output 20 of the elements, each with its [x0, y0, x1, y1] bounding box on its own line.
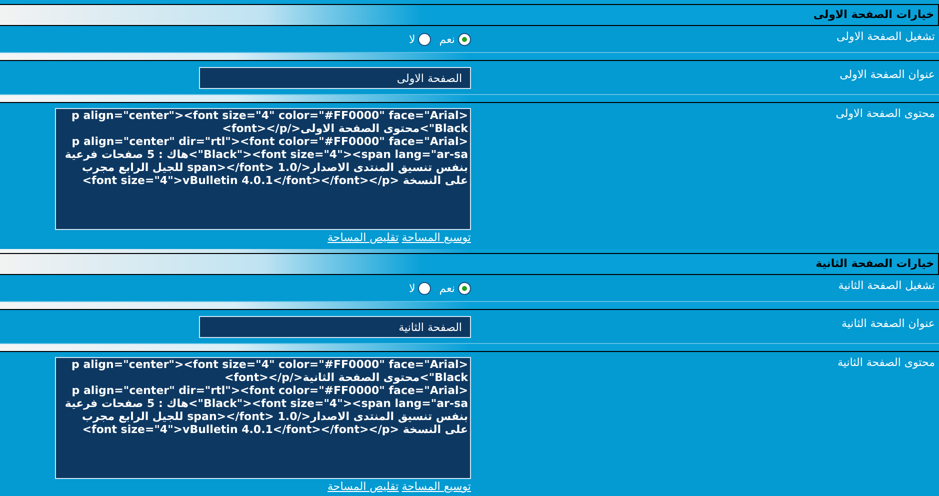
text-input[interactable]: الصفحة الثانية	[199, 316, 471, 338]
radio-label: نعم	[439, 33, 455, 46]
field-label: محتوى الصفحة الاولى	[834, 106, 936, 122]
radio-button[interactable]	[418, 282, 432, 295]
field-label: تشغيل الصفحة الثانية	[837, 278, 936, 294]
field-label: عنوان الصفحة الثانية	[840, 316, 936, 332]
section-header: خيارات الصفحة الاولى	[0, 4, 939, 26]
radio-label: لا	[409, 33, 416, 46]
field-label: تشغيل الصفحة الاولى	[836, 29, 936, 45]
radio-button[interactable]	[458, 33, 471, 46]
radio-button[interactable]	[458, 282, 471, 295]
text-input[interactable]: الصفحة الاولى	[199, 67, 471, 89]
radio-label: نعم	[439, 282, 455, 295]
radio-label: لا	[409, 282, 416, 295]
section-header: خيارات الصفحة الثانية	[0, 253, 939, 275]
field-label: محتوى الصفحة الثانية	[836, 355, 936, 371]
text-area[interactable]: <p align="center"><font size="4" color="#FF0000" face="Arial Black">محتوى الصفحة الثانية</font></p> <p align="center" dir="rtl"><font color="#FF0000" face="Arial Black"><font size="4"><span lang="ar-sa">هاك : 5 صفحات فرعية بنفس تنسيق المنتدى الاصدار</span></font> 1.0 للجيل الرابع مجرب على النسخة <font size="4">vBulletin 4.0.1</font></font></p>	[55, 357, 471, 479]
text-area[interactable]: <p align="center"><font size="4" color="#FF0000" face="Arial Black">محتوى الصفحة الاولى</font></p> <p align="center" dir="rtl"><font color="#FF0000" face="Arial Black"><font size="4"><span lang="ar-sa">هاك : 5 صفحات فرعية بنفس تنسيق المنتدى الاصدار</span></font> 1.0 للجيل الرابع مجرب على النسخة <font size="4">vBulletin 4.0.1</font></font></p>	[55, 108, 471, 230]
field-label: عنوان الصفحة الاولى	[838, 67, 936, 83]
radio-button[interactable]	[418, 33, 432, 46]
